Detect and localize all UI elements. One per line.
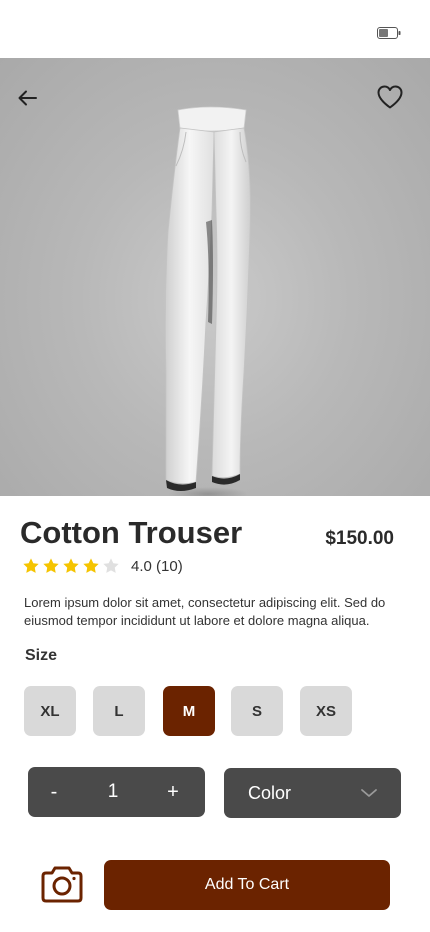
chevron-down-icon (361, 789, 377, 797)
product-image-area (0, 58, 430, 496)
product-image (164, 106, 251, 496)
star-icon (23, 558, 39, 573)
color-dropdown-label: Color (248, 782, 292, 803)
size-option[interactable]: XL (24, 686, 76, 736)
star-icon (63, 558, 79, 573)
star-icon (43, 558, 59, 573)
battery-icon (377, 27, 401, 39)
size-option[interactable]: L (93, 686, 145, 736)
product-title: Cotton Trouser (20, 515, 243, 550)
arrow-left-icon[interactable] (14, 84, 42, 112)
size-label: Size (25, 647, 58, 664)
product-description: Lorem ipsum dolor sit amet, consectetur … (24, 595, 386, 628)
star-icon (103, 558, 119, 573)
rating-stars (22, 557, 120, 577)
camera-icon[interactable] (39, 866, 85, 904)
increase-quantity-button[interactable]: + (161, 767, 185, 817)
heart-icon[interactable] (375, 82, 405, 112)
product-price: $150.00 (325, 528, 394, 549)
star-icon (83, 558, 99, 573)
size-option[interactable]: S (231, 686, 283, 736)
decrease-quantity-button[interactable]: - (42, 767, 66, 817)
size-option[interactable]: M (163, 686, 215, 736)
quantity-stepper: - 1 + (28, 767, 205, 817)
color-dropdown[interactable]: Color (224, 768, 401, 818)
status-bar (0, 0, 430, 58)
size-option[interactable]: XS (300, 686, 352, 736)
quantity-value: 1 (107, 781, 119, 802)
rating-text: 4.0 (10) (131, 558, 183, 575)
add-to-cart-button[interactable]: Add To Cart (104, 860, 390, 910)
